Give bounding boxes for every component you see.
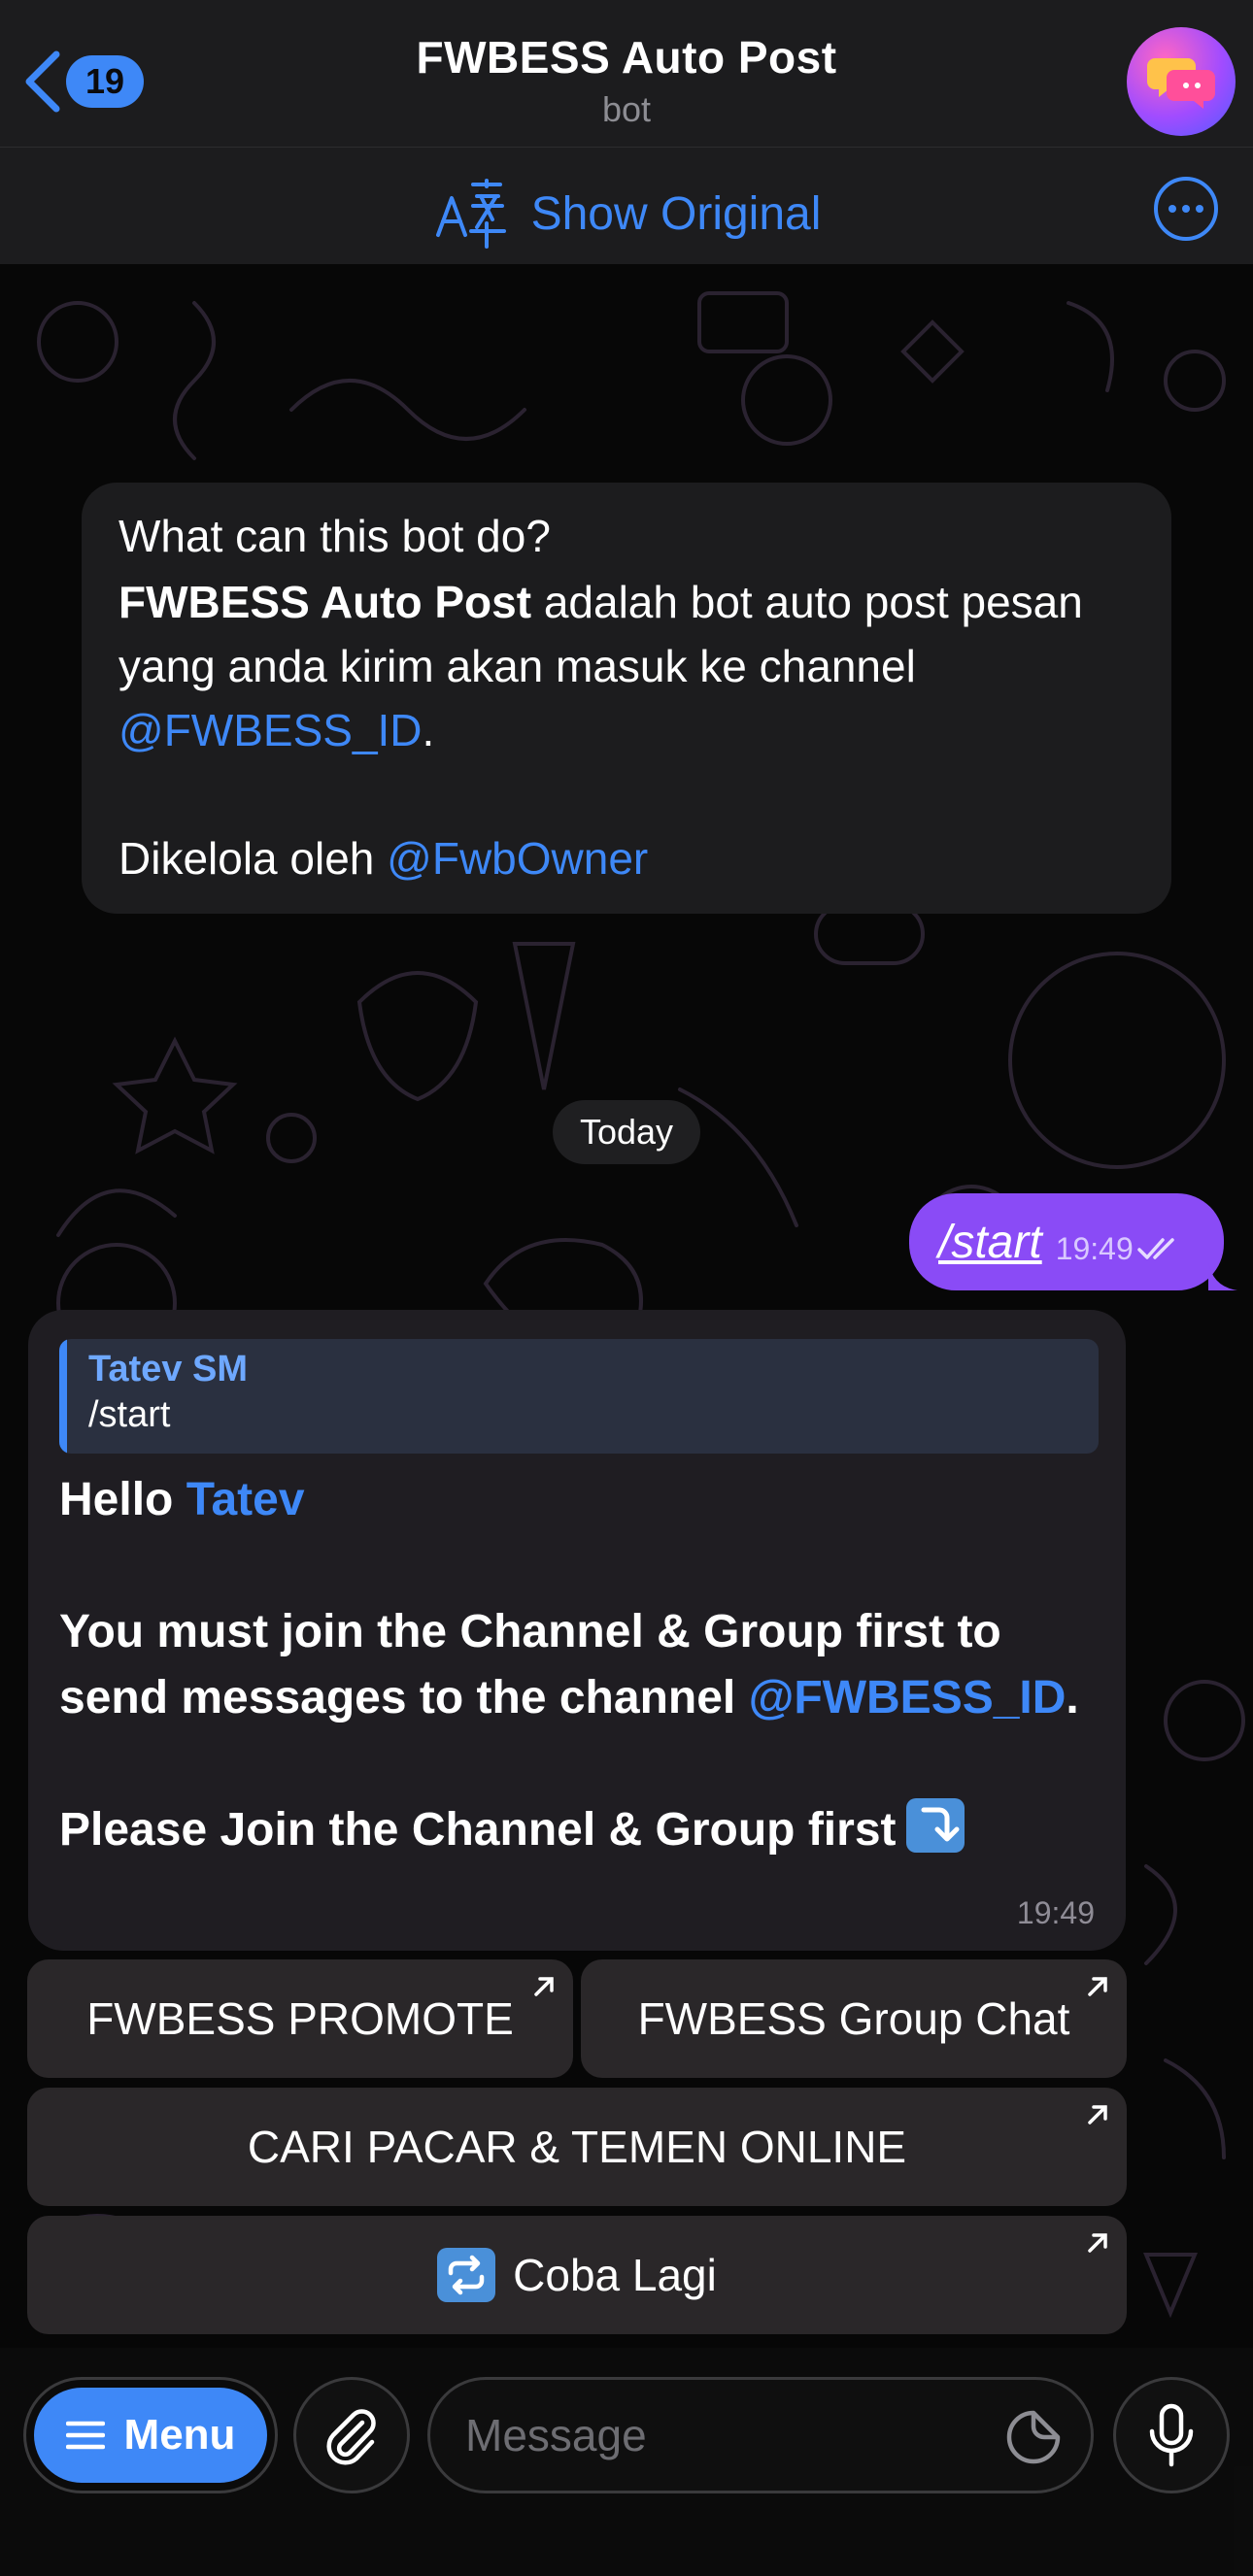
incoming-message-body: Hello Tatev You must join the Channel & G…	[59, 1467, 1095, 1863]
fwbess-promote-button[interactable]: FWBESS PROMOTE	[27, 1959, 573, 2078]
microphone-icon	[1149, 2403, 1194, 2467]
fwbess-group-chat-button[interactable]: FWBESS Group Chat	[581, 1959, 1127, 2078]
translate-bar: Show Original	[0, 148, 1253, 264]
double-check-icon	[1137, 1238, 1174, 1259]
menu-button-frame: Menu	[23, 2377, 278, 2493]
incoming-message[interactable]: Tatev SM /start Hello Tatev You must join…	[28, 1310, 1126, 1951]
menu-button[interactable]: Menu	[34, 2388, 267, 2483]
message-input[interactable]	[465, 2380, 1009, 2491]
bubble-tail	[1208, 1261, 1237, 1290]
chat-header: 19 FWBESS Auto Post bot	[0, 0, 1253, 148]
bot-name-bold: FWBESS Auto Post	[119, 577, 532, 627]
more-options-button[interactable]	[1154, 177, 1218, 241]
outgoing-message-text[interactable]: /start	[938, 1216, 1042, 1269]
coba-lagi-button[interactable]: Coba Lagi	[27, 2216, 1127, 2334]
chat-title: FWBESS Auto Post	[416, 32, 837, 83]
hamburger-icon	[65, 2421, 105, 2450]
chat-title-block[interactable]: FWBESS Auto Post bot	[0, 31, 1253, 130]
channel-link[interactable]: @FWBESS_ID	[749, 1672, 1067, 1723]
voice-record-button[interactable]	[1113, 2377, 1230, 2493]
cari-pacar-button[interactable]: CARI PACAR & TEMEN ONLINE	[27, 2088, 1127, 2206]
reply-author: Tatev SM	[88, 1349, 249, 1389]
managed-by-label: Dikelola oleh	[119, 833, 388, 884]
user-mention-link[interactable]: Tatev	[186, 1474, 305, 1525]
repeat-emoji-icon	[437, 2248, 496, 2302]
bot-description-title: What can this bot do?	[119, 511, 551, 561]
bot-description-text: FWBESS Auto Post adalah bot auto post pe…	[119, 570, 1134, 890]
owner-link[interactable]: @FwbOwner	[387, 833, 648, 884]
date-separator: Today	[553, 1100, 700, 1164]
arrow-down-emoji-icon	[905, 1798, 965, 1853]
body-period: .	[1066, 1672, 1079, 1723]
outgoing-message[interactable]: /start 19:49	[909, 1193, 1237, 1290]
menu-label: Menu	[123, 2411, 236, 2459]
external-link-icon	[534, 1977, 554, 1996]
bot-description-card: What can this bot do? FWBESS Auto Post a…	[82, 483, 1171, 914]
bot-avatar[interactable]	[1127, 27, 1236, 136]
paperclip-icon	[326, 2409, 376, 2465]
fwbess-promote-label: FWBESS PROMOTE	[86, 1993, 514, 2044]
external-link-icon	[1088, 2105, 1107, 2124]
translate-icon	[435, 179, 506, 249]
outgoing-message-time: 19:49	[1055, 1230, 1134, 1266]
show-original-button[interactable]: Show Original	[0, 177, 1253, 251]
attach-button[interactable]	[293, 2377, 410, 2493]
chat-subtitle: bot	[601, 89, 652, 129]
description-period: .	[422, 705, 435, 755]
reply-quote[interactable]: Tatev SM /start	[59, 1339, 1099, 1454]
channel-link[interactable]: @FWBESS_ID	[119, 705, 423, 755]
join-prompt-text: Please Join the Channel & Group first	[59, 1804, 897, 1856]
external-link-icon	[1088, 1977, 1107, 1996]
reply-text: /start	[88, 1394, 171, 1435]
show-original-label: Show Original	[530, 187, 822, 240]
fwbess-group-chat-label: FWBESS Group Chat	[637, 1993, 1070, 2044]
hello-text: Hello	[59, 1474, 186, 1525]
input-bar: Menu	[0, 2348, 1253, 2576]
coba-lagi-label: Coba Lagi	[513, 2250, 717, 2300]
external-link-icon	[1088, 2233, 1107, 2253]
sticker-icon[interactable]	[1005, 2409, 1062, 2465]
cari-pacar-label: CARI PACAR & TEMEN ONLINE	[247, 2122, 907, 2172]
chat-bubbles-icon	[1147, 58, 1215, 109]
incoming-message-time: 19:49	[1016, 1895, 1095, 1930]
message-input-frame	[427, 2377, 1094, 2493]
